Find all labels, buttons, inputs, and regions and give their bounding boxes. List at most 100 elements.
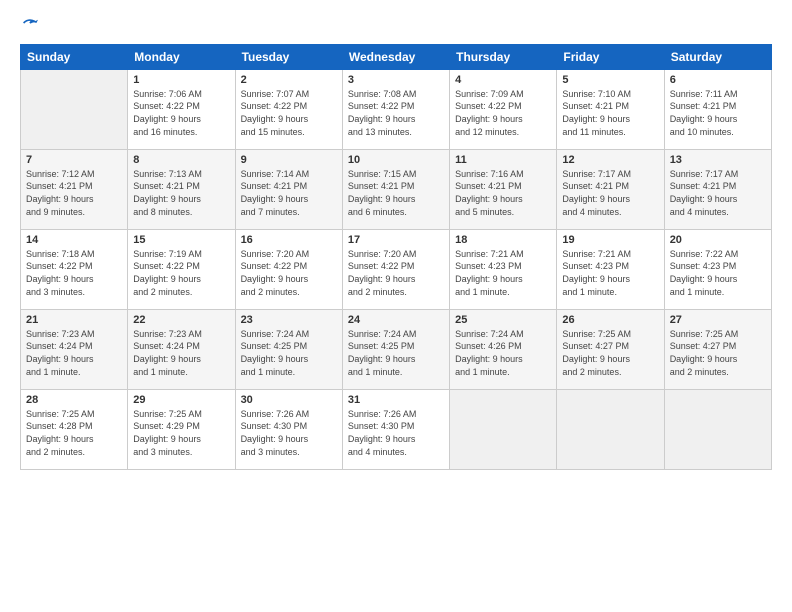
day-cell: 1 Sunrise: 7:06 AMSunset: 4:22 PMDaylight… [128,69,235,149]
day-cell: 24 Sunrise: 7:24 AMSunset: 4:25 PMDayligh… [342,309,449,389]
header-saturday: Saturday [664,44,771,69]
day-number: 2 [241,74,337,86]
header [20,16,772,36]
day-number: 26 [562,314,658,326]
day-number: 17 [348,234,444,246]
day-info: Sunrise: 7:23 AMSunset: 4:24 PMDaylight:… [26,328,122,378]
day-number: 24 [348,314,444,326]
day-number: 4 [455,74,551,86]
day-cell: 31Sunrise: 7:26 AMSunset: 4:30 PMDayligh… [342,389,449,469]
day-info: Sunrise: 7:24 AMSunset: 4:26 PMDaylight:… [455,328,551,378]
day-number: 12 [562,154,658,166]
week-row-5: 28 Sunrise: 7:25 AMSunset: 4:28 PMDayligh… [21,389,772,469]
week-row-4: 21 Sunrise: 7:23 AMSunset: 4:24 PMDayligh… [21,309,772,389]
day-info: Sunrise: 7:26 AMSunset: 4:30 PMDaylight:… [348,408,444,458]
day-info: Sunrise: 7:19 AMSunset: 4:22 PMDaylight:… [133,248,229,298]
day-cell: 9 Sunrise: 7:14 AMSunset: 4:21 PMDaylight… [235,149,342,229]
day-cell: 29 Sunrise: 7:25 AMSunset: 4:29 PMDayligh… [128,389,235,469]
day-info: Sunrise: 7:16 AMSunset: 4:21 PMDaylight:… [455,168,551,218]
day-info: Sunrise: 7:13 AMSunset: 4:21 PMDaylight:… [133,168,229,218]
day-cell: 26 Sunrise: 7:25 AMSunset: 4:27 PMDayligh… [557,309,664,389]
day-number: 18 [455,234,551,246]
day-number: 1 [133,74,229,86]
day-cell: 27 Sunrise: 7:25 AMSunset: 4:27 PMDayligh… [664,309,771,389]
day-number: 7 [26,154,122,166]
day-number: 9 [241,154,337,166]
day-cell: 20 Sunrise: 7:22 AMSunset: 4:23 PMDayligh… [664,229,771,309]
day-cell: 3 Sunrise: 7:08 AMSunset: 4:22 PMDaylight… [342,69,449,149]
day-number: 19 [562,234,658,246]
day-number: 3 [348,74,444,86]
day-number: 29 [133,394,229,406]
header-sunday: Sunday [21,44,128,69]
day-number: 21 [26,314,122,326]
header-friday: Friday [557,44,664,69]
day-number: 15 [133,234,229,246]
day-cell: 7 Sunrise: 7:12 AMSunset: 4:21 PMDaylight… [21,149,128,229]
day-number: 5 [562,74,658,86]
day-info: Sunrise: 7:25 AMSunset: 4:27 PMDaylight:… [670,328,766,378]
day-number: 8 [133,154,229,166]
day-cell: 18Sunrise: 7:21 AMSunset: 4:23 PMDayligh… [450,229,557,309]
day-cell: 13Sunrise: 7:17 AMSunset: 4:21 PMDayligh… [664,149,771,229]
day-info: Sunrise: 7:17 AMSunset: 4:21 PMDaylight:… [562,168,658,218]
day-info: Sunrise: 7:21 AMSunset: 4:23 PMDaylight:… [562,248,658,298]
day-info: Sunrise: 7:10 AMSunset: 4:21 PMDaylight:… [562,88,658,138]
day-number: 20 [670,234,766,246]
day-cell: 10 Sunrise: 7:15 AMSunset: 4:21 PMDayligh… [342,149,449,229]
day-cell: 8 Sunrise: 7:13 AMSunset: 4:21 PMDaylight… [128,149,235,229]
day-number: 13 [670,154,766,166]
day-info: Sunrise: 7:14 AMSunset: 4:21 PMDaylight:… [241,168,337,218]
day-cell: 14 Sunrise: 7:18 AMSunset: 4:22 PMDayligh… [21,229,128,309]
day-info: Sunrise: 7:20 AMSunset: 4:22 PMDaylight:… [348,248,444,298]
day-number: 10 [348,154,444,166]
day-cell: 5 Sunrise: 7:10 AMSunset: 4:21 PMDaylight… [557,69,664,149]
day-info: Sunrise: 7:12 AMSunset: 4:21 PMDaylight:… [26,168,122,218]
day-info: Sunrise: 7:26 AMSunset: 4:30 PMDaylight:… [241,408,337,458]
day-info: Sunrise: 7:22 AMSunset: 4:23 PMDaylight:… [670,248,766,298]
day-cell: 12 Sunrise: 7:17 AMSunset: 4:21 PMDayligh… [557,149,664,229]
day-info: Sunrise: 7:15 AMSunset: 4:21 PMDaylight:… [348,168,444,218]
day-cell: 17 Sunrise: 7:20 AMSunset: 4:22 PMDayligh… [342,229,449,309]
day-cell [21,69,128,149]
day-info: Sunrise: 7:18 AMSunset: 4:22 PMDaylight:… [26,248,122,298]
day-cell: 30Sunrise: 7:26 AMSunset: 4:30 PMDayligh… [235,389,342,469]
logo [20,16,38,36]
week-row-3: 14 Sunrise: 7:18 AMSunset: 4:22 PMDayligh… [21,229,772,309]
day-cell: 25Sunrise: 7:24 AMSunset: 4:26 PMDayligh… [450,309,557,389]
day-info: Sunrise: 7:25 AMSunset: 4:27 PMDaylight:… [562,328,658,378]
day-info: Sunrise: 7:23 AMSunset: 4:24 PMDaylight:… [133,328,229,378]
day-info: Sunrise: 7:25 AMSunset: 4:29 PMDaylight:… [133,408,229,458]
header-thursday: Thursday [450,44,557,69]
day-info: Sunrise: 7:09 AMSunset: 4:22 PMDaylight:… [455,88,551,138]
day-info: Sunrise: 7:20 AMSunset: 4:22 PMDaylight:… [241,248,337,298]
day-info: Sunrise: 7:08 AMSunset: 4:22 PMDaylight:… [348,88,444,138]
day-info: Sunrise: 7:24 AMSunset: 4:25 PMDaylight:… [348,328,444,378]
day-cell [557,389,664,469]
day-number: 16 [241,234,337,246]
day-cell: 6Sunrise: 7:11 AMSunset: 4:21 PMDaylight… [664,69,771,149]
day-number: 23 [241,314,337,326]
calendar-table: SundayMondayTuesdayWednesdayThursdayFrid… [20,44,772,470]
day-number: 14 [26,234,122,246]
day-info: Sunrise: 7:07 AMSunset: 4:22 PMDaylight:… [241,88,337,138]
day-number: 6 [670,74,766,86]
day-cell [450,389,557,469]
week-row-2: 7 Sunrise: 7:12 AMSunset: 4:21 PMDaylight… [21,149,772,229]
day-info: Sunrise: 7:25 AMSunset: 4:28 PMDaylight:… [26,408,122,458]
day-number: 28 [26,394,122,406]
day-cell: 16 Sunrise: 7:20 AMSunset: 4:22 PMDayligh… [235,229,342,309]
day-number: 22 [133,314,229,326]
day-cell: 15 Sunrise: 7:19 AMSunset: 4:22 PMDayligh… [128,229,235,309]
day-number: 27 [670,314,766,326]
week-row-1: 1 Sunrise: 7:06 AMSunset: 4:22 PMDaylight… [21,69,772,149]
logo-bird-icon [22,15,38,31]
day-info: Sunrise: 7:24 AMSunset: 4:25 PMDaylight:… [241,328,337,378]
day-cell: 11 Sunrise: 7:16 AMSunset: 4:21 PMDayligh… [450,149,557,229]
day-cell: 28 Sunrise: 7:25 AMSunset: 4:28 PMDayligh… [21,389,128,469]
day-number: 11 [455,154,551,166]
day-cell: 2 Sunrise: 7:07 AMSunset: 4:22 PMDaylight… [235,69,342,149]
header-monday: Monday [128,44,235,69]
days-header-row: SundayMondayTuesdayWednesdayThursdayFrid… [21,44,772,69]
day-info: Sunrise: 7:06 AMSunset: 4:22 PMDaylight:… [133,88,229,138]
